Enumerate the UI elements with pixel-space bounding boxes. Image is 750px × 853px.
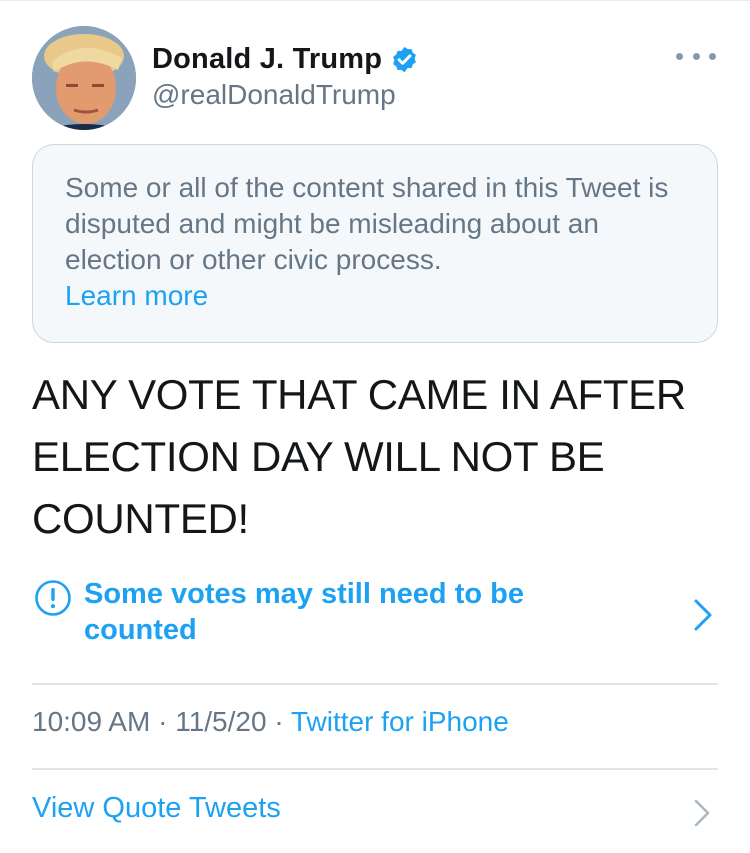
tweet-text: ANY VOTE THAT CAME IN AFTER ELECTION DAY… [32,371,686,542]
more-icon[interactable] [676,44,716,68]
learn-more-link[interactable]: Learn more [65,278,685,314]
election-label-text[interactable]: Some votes may still need to be counted [84,576,564,648]
meta-separator: · [266,706,291,737]
tweet-time: 10:09 AM [32,706,151,737]
tweet-meta: 10:09 AM · 11/5/20 · Twitter for iPhone [32,706,509,738]
view-quote-tweets-link[interactable]: View Quote Tweets [32,792,281,824]
more-dot [692,52,700,60]
divider [32,683,718,685]
display-name[interactable]: Donald J. Trump [152,43,382,76]
info-icon [35,580,71,616]
author-name-row[interactable]: Donald J. Trump [152,40,419,78]
verified-badge-icon [393,46,417,72]
avatar[interactable] [32,26,136,130]
election-label[interactable]: Some votes may still need to be counted [32,576,718,656]
tweet-source-link[interactable]: Twitter for iPhone [291,706,509,737]
misleading-content-notice: Some or all of the content shared in thi… [32,144,718,343]
tweet-date: 11/5/20 [175,706,267,737]
more-dot [676,52,683,60]
top-divider [0,0,750,1]
more-dot [709,52,716,60]
avatar-image [32,26,136,130]
chevron-right-icon [694,599,712,631]
view-quote-tweets-row[interactable]: View Quote Tweets [32,792,718,832]
notice-text: Some or all of the content shared in thi… [65,172,669,275]
chevron-right-icon [694,799,710,827]
meta-separator: · [150,706,176,737]
divider [32,768,718,770]
author-handle[interactable]: @realDonaldTrump [152,79,396,111]
